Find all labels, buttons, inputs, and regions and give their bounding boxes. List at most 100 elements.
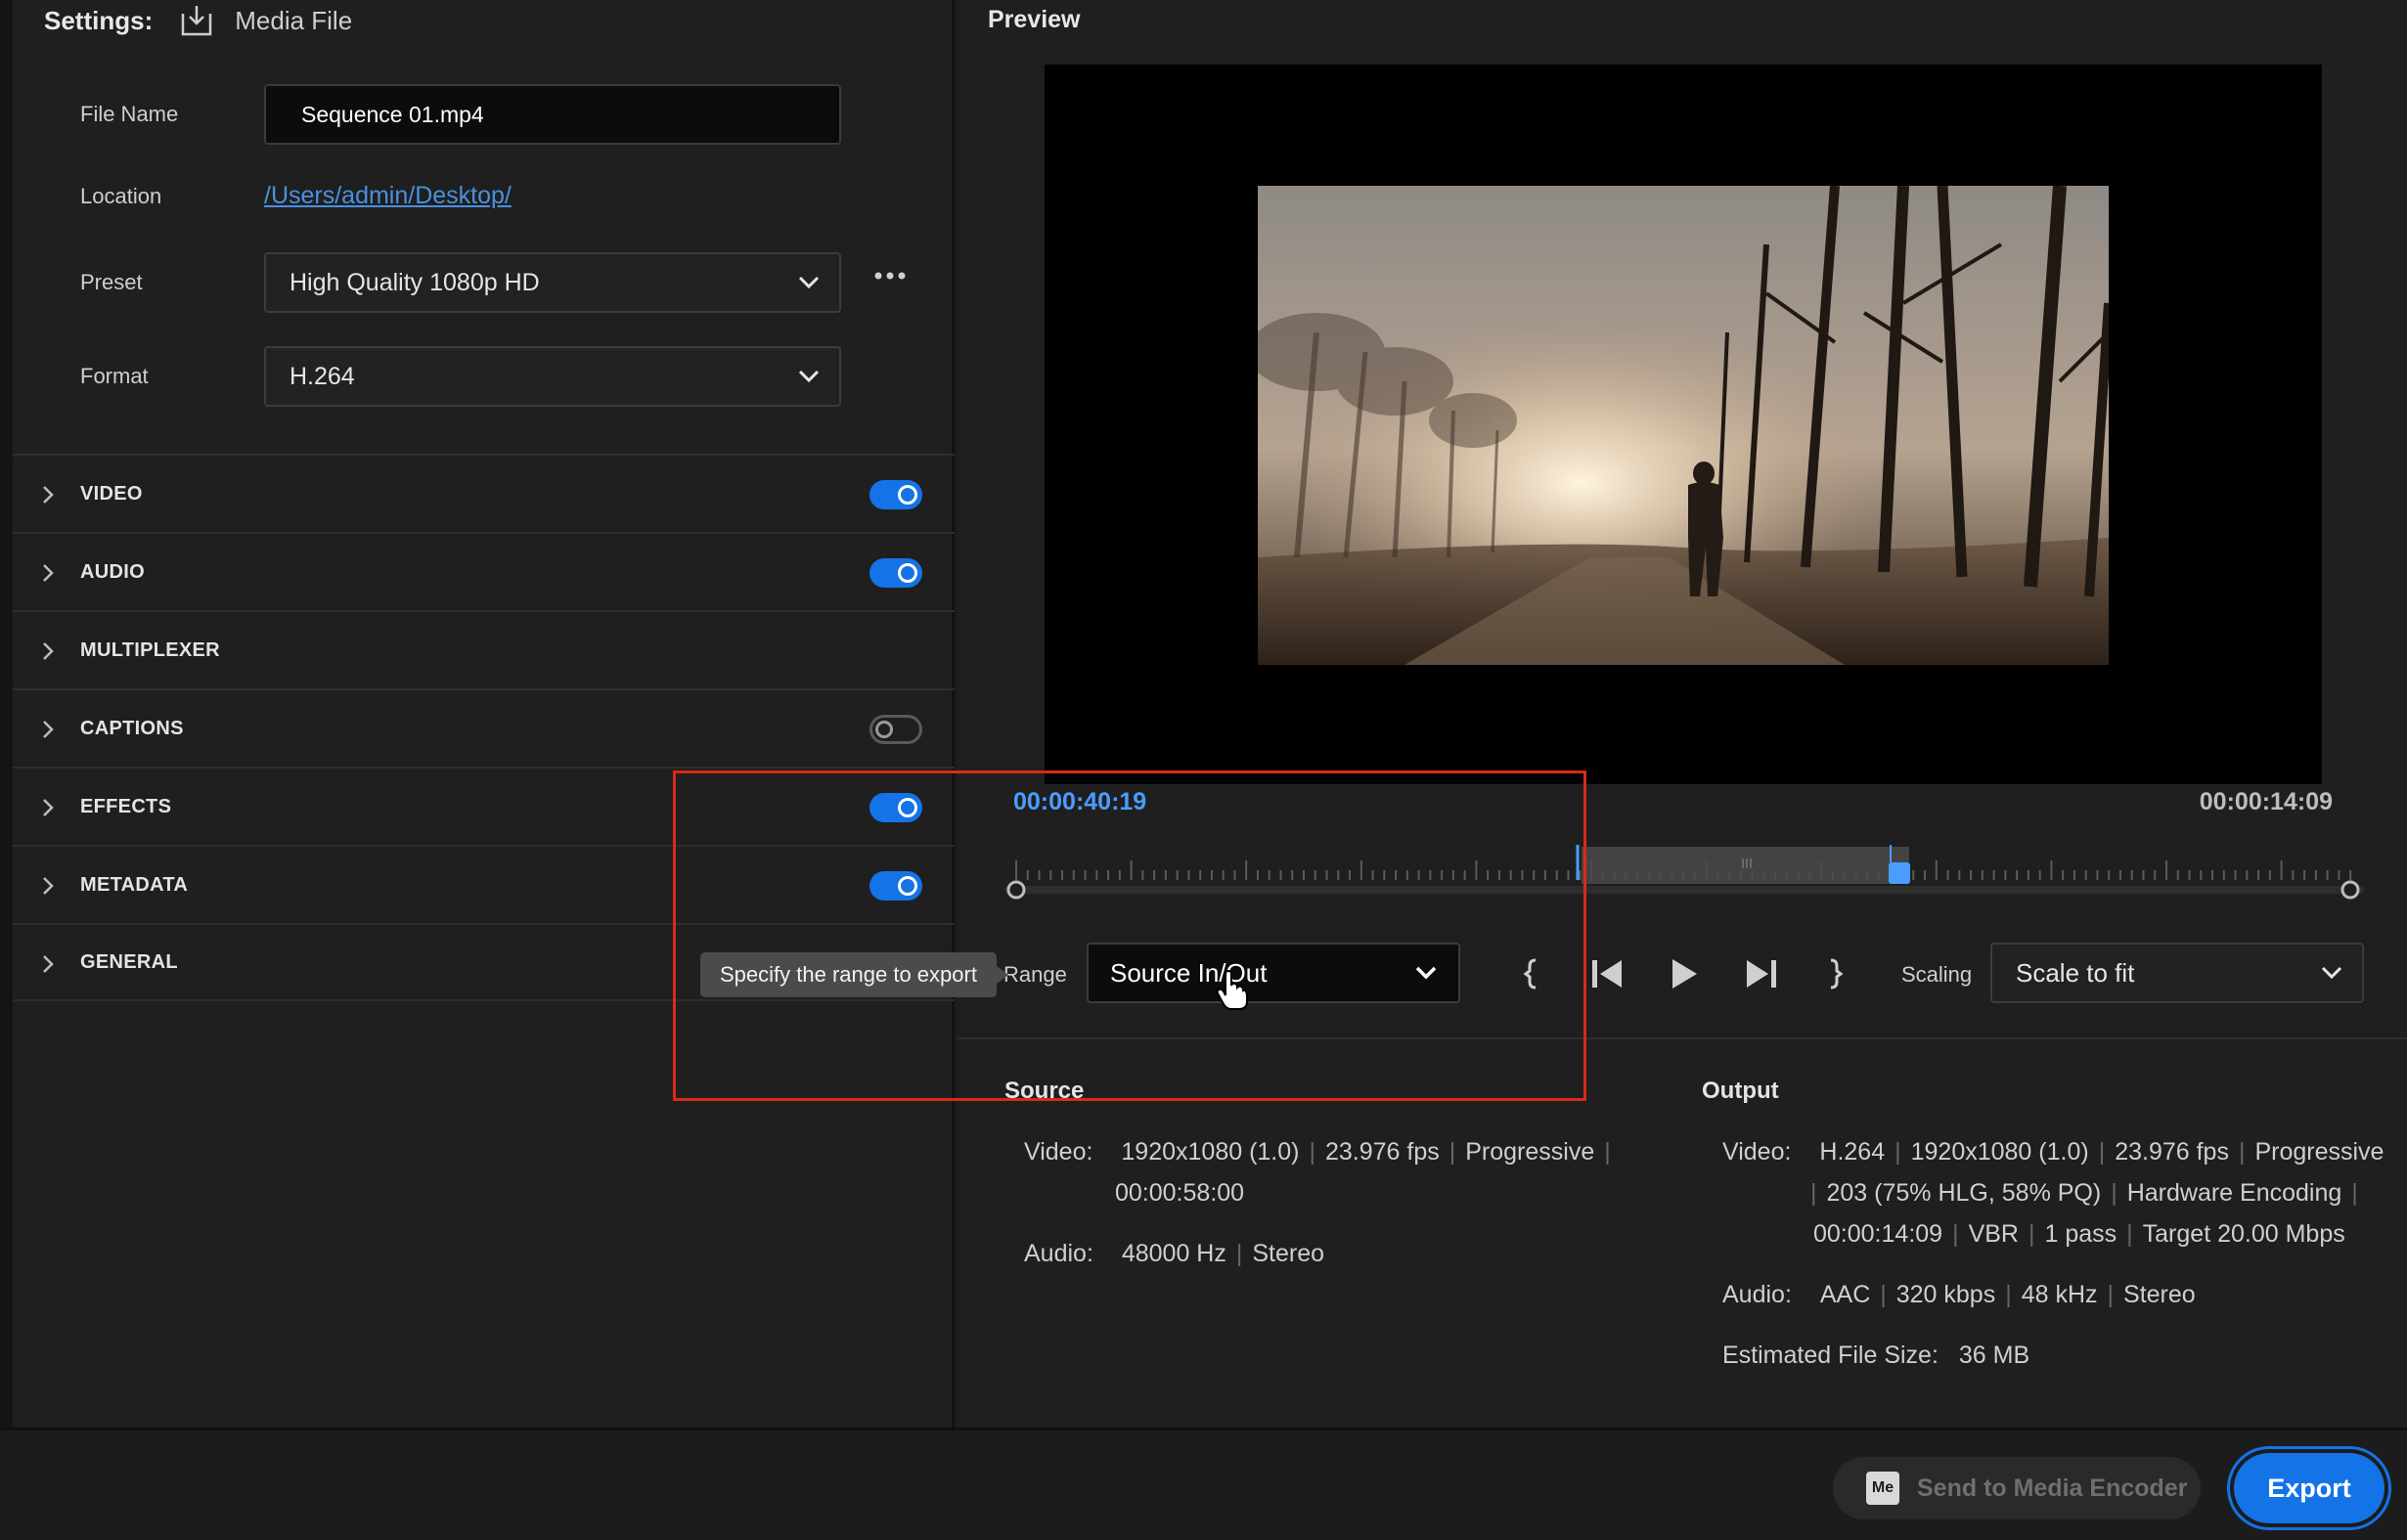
section-label: MULTIPLEXER: [80, 638, 220, 661]
output-audio-codec: AAC: [1819, 1281, 1871, 1308]
output-codec: H.264: [1819, 1138, 1886, 1166]
section-label: EFFECTS: [80, 795, 172, 817]
toggle-knob: [898, 485, 917, 505]
format-value: H.264: [290, 362, 355, 390]
toggle-knob: [898, 798, 917, 817]
audio-toggle[interactable]: [869, 558, 922, 588]
section-label: VIDEO: [80, 482, 143, 505]
chevron-down-icon: [1415, 966, 1437, 980]
location-link[interactable]: /Users/admin/Desktop/: [264, 182, 512, 210]
format-dropdown[interactable]: H.264: [264, 346, 841, 407]
format-row: Format H.264: [80, 346, 841, 407]
output-audio-bitrate: 320 kbps: [1895, 1281, 1996, 1308]
section-metadata[interactable]: METADATA: [13, 845, 955, 923]
output-target: Target 20.00 Mbps: [2142, 1220, 2345, 1248]
chevron-right-icon: [43, 721, 54, 738]
preset-dropdown[interactable]: High Quality 1080p HD: [264, 252, 841, 313]
output-video-line2: | 203 (75% HLG, 58% PQ) | Hardware Encoding…: [1810, 1179, 2358, 1207]
metadata-toggle[interactable]: [869, 871, 922, 901]
source-resolution: 1920x1080 (1.0): [1121, 1138, 1300, 1166]
output-pass: 1 pass: [2044, 1220, 2117, 1248]
output-audio-line: Audio: AAC | 320 kbps | 48 kHz | Stereo: [1722, 1281, 2196, 1308]
destination-label[interactable]: Media File: [235, 6, 352, 36]
footer-bar: Me Send to Media Encoder Export: [0, 1428, 2407, 1540]
toggle-knob: [875, 721, 893, 738]
section-effects[interactable]: EFFECTS: [13, 767, 955, 845]
output-audio-channels: Stereo: [2123, 1281, 2196, 1308]
preset-value: High Quality 1080p HD: [290, 268, 540, 296]
current-timecode[interactable]: 00:00:40:19: [1013, 788, 1146, 816]
section-multiplexer[interactable]: MULTIPLEXER: [13, 610, 955, 688]
estimated-size-label: Estimated File Size:: [1722, 1342, 1939, 1369]
output-hdr: 203 (75% HLG, 58% PQ): [1826, 1179, 2102, 1207]
preview-title: Preview: [988, 6, 1081, 33]
step-back-icon[interactable]: [1588, 956, 1626, 991]
output-heading: Output: [1702, 1078, 1779, 1104]
step-forward-icon[interactable]: [1743, 956, 1780, 991]
chevron-down-icon: [798, 370, 820, 383]
source-channels: Stereo: [1252, 1240, 1325, 1267]
source-audio-key: Audio:: [1024, 1240, 1093, 1267]
chevron-right-icon: [43, 486, 54, 504]
output-video-key: Video:: [1722, 1138, 1792, 1166]
toggle-knob: [898, 563, 917, 583]
scaling-dropdown[interactable]: Scale to fit: [1990, 943, 2364, 1003]
chevron-down-icon: [798, 276, 820, 289]
estimated-size-value: 36 MB: [1958, 1342, 2030, 1369]
duration-timecode: 00:00:14:09: [2199, 788, 2333, 815]
source-scan: Progressive: [1465, 1138, 1595, 1166]
send-to-media-encoder-button[interactable]: Me Send to Media Encoder: [1833, 1457, 2201, 1519]
output-video-line3: 00:00:14:09 | VBR | 1 pass | Target 20.00 Mbps: [1813, 1220, 2345, 1248]
hand-cursor-icon: [1216, 970, 1248, 1010]
preview-panel: Preview 00:00:40:19 00:00:14:09 Range So…: [958, 0, 2407, 1428]
chevron-right-icon: [43, 955, 54, 973]
section-audio[interactable]: AUDIO: [13, 532, 955, 610]
chevron-right-icon: [43, 799, 54, 816]
export-button[interactable]: Export: [2234, 1453, 2385, 1523]
preset-row: Preset High Quality 1080p HD: [80, 252, 841, 313]
settings-header: Settings: Media File: [44, 0, 352, 41]
output-scan: Progressive: [2254, 1138, 2385, 1166]
video-toggle[interactable]: [869, 480, 922, 509]
range-dropdown[interactable]: Source In/Out: [1087, 943, 1460, 1003]
section-video[interactable]: VIDEO: [13, 454, 955, 532]
file-name-label: File Name: [80, 102, 179, 126]
effects-toggle[interactable]: [869, 793, 922, 822]
preview-image: [1258, 186, 2109, 665]
output-fps: 23.976 fps: [2115, 1138, 2229, 1166]
export-file-icon[interactable]: [180, 4, 213, 37]
captions-toggle[interactable]: [869, 715, 922, 744]
toggle-knob: [898, 876, 917, 896]
video-preview: [1045, 65, 2322, 784]
chevron-right-icon: [43, 642, 54, 660]
settings-title: Settings:: [44, 5, 154, 35]
play-icon[interactable]: [1669, 956, 1700, 991]
preset-label: Preset: [80, 270, 143, 294]
source-duration: 00:00:58:00: [1115, 1179, 1245, 1207]
output-resolution: 1920x1080 (1.0): [1910, 1138, 2089, 1166]
mark-out-icon[interactable]: [1825, 956, 1845, 991]
source-video-line: Video: 1920x1080 (1.0) | 23.976 fps | Progre…: [1024, 1138, 1611, 1166]
scaling-label: Scaling: [1901, 962, 1973, 987]
estimated-size-line: Estimated File Size: 36 MB: [1722, 1342, 2029, 1370]
output-video-line1: Video: H.264 | 1920x1080 (1.0) | 23.976 fps |…: [1722, 1138, 2385, 1166]
timeline-scrubber[interactable]: [1004, 831, 2364, 909]
section-captions[interactable]: CAPTIONS: [13, 688, 955, 767]
output-audio-key: Audio:: [1722, 1281, 1792, 1308]
location-label: Location: [80, 183, 162, 208]
source-audio-line: Audio: 48000 Hz | Stereo: [1024, 1240, 1325, 1267]
range-tooltip: Specify the range to export: [700, 952, 1008, 997]
settings-sections: VIDEO AUDIO MULTIPLEXER CAPTIONS EFFECTS…: [13, 454, 955, 1001]
file-name-input[interactable]: Sequence 01.mp4: [264, 84, 841, 145]
mark-in-icon[interactable]: [1522, 956, 1541, 991]
settings-panel: Settings: Media File File Name Sequence …: [0, 0, 955, 1428]
section-label: CAPTIONS: [80, 717, 184, 739]
panel-edge: [0, 0, 13, 1428]
source-sample-rate: 48000 Hz: [1121, 1240, 1226, 1267]
source-fps: 23.976 fps: [1324, 1138, 1440, 1166]
source-video-key: Video:: [1024, 1138, 1093, 1166]
more-options-icon[interactable]: [874, 269, 906, 283]
chevron-right-icon: [43, 877, 54, 895]
format-label: Format: [80, 364, 149, 388]
output-duration: 00:00:14:09: [1813, 1220, 1943, 1248]
